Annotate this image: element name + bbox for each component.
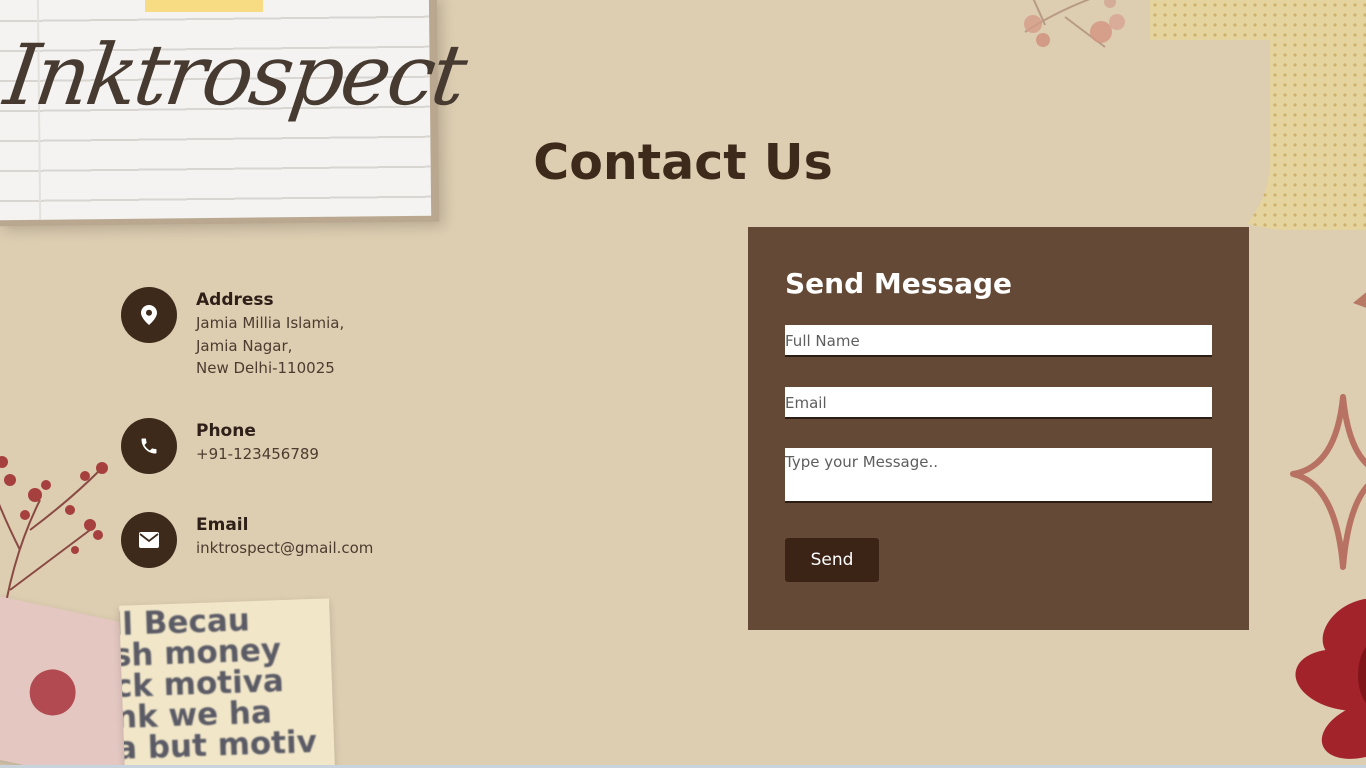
address-line: New Delhi-110025 xyxy=(196,359,335,377)
location-pin-icon xyxy=(121,287,177,343)
envelope-icon xyxy=(121,512,177,568)
dried-flower-decoration-top xyxy=(1024,0,1125,48)
address-line: Jamia Millia Islamia, xyxy=(196,314,345,332)
send-message-form: Send Message Send xyxy=(748,227,1249,630)
phone-text: Phone +91-123456789 xyxy=(196,418,319,466)
star-sparkle-decoration xyxy=(1290,394,1366,570)
email-address[interactable]: inktrospect@gmail.com xyxy=(196,537,373,560)
contact-page: Inktrospect ll Becau sh money ck motiva … xyxy=(0,0,1366,768)
page-title: Contact Us xyxy=(533,134,833,191)
brand-logo[interactable]: Inktrospect xyxy=(0,26,470,124)
wax-seal-decoration xyxy=(25,665,80,720)
phone-icon xyxy=(121,418,177,474)
phone-title: Phone xyxy=(196,421,256,441)
form-title: Send Message xyxy=(785,267,1012,300)
phone-number[interactable]: +91-123456789 xyxy=(196,443,319,466)
full-name-input[interactable] xyxy=(785,325,1212,357)
petal-decoration xyxy=(1353,292,1366,308)
washi-tape-decoration xyxy=(145,0,263,12)
clipping-text: ll Becau sh money ck motiva nk we ha a b… xyxy=(119,602,318,767)
address-title: Address xyxy=(196,290,274,310)
address-line: Jamia Nagar, xyxy=(196,336,293,355)
email-text: Email inktrospect@gmail.com xyxy=(196,512,373,560)
address-text: Address Jamia Millia Islamia, Jamia Naga… xyxy=(196,287,344,380)
email-title: Email xyxy=(196,515,249,535)
email-input[interactable] xyxy=(785,387,1212,419)
send-button[interactable]: Send xyxy=(785,538,879,582)
newspaper-clipping-decoration: ll Becau sh money ck motiva nk we ha a b… xyxy=(119,598,335,768)
message-textarea[interactable] xyxy=(785,448,1212,503)
red-flower-decoration xyxy=(1295,598,1366,759)
